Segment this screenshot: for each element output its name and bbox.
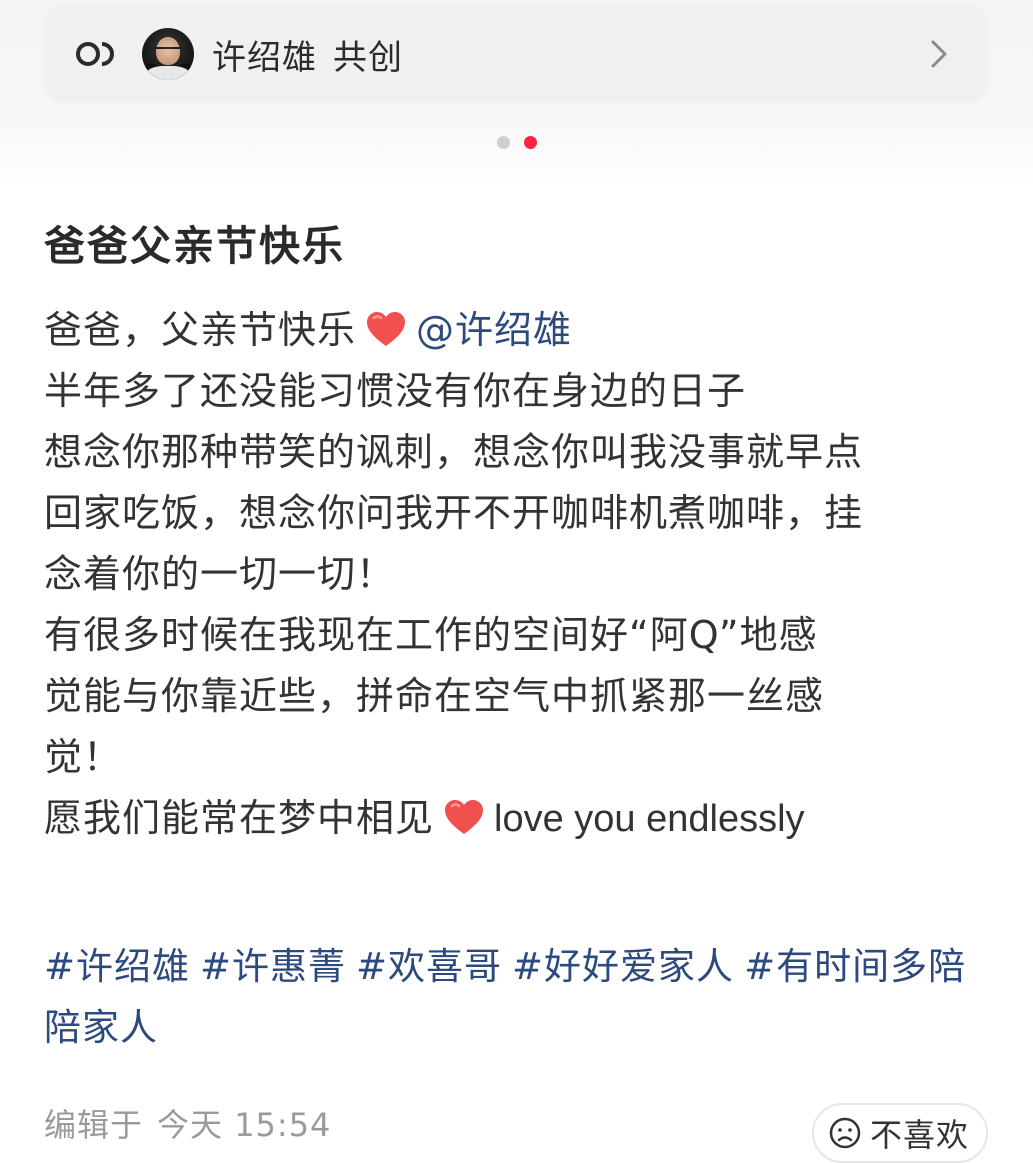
post-line: 觉能与你靠近些，拼命在空气中抓紧那一丝感 xyxy=(44,666,994,727)
post-text-latin: love you endlessly xyxy=(494,798,805,840)
post-text: 回家吃饭，想念你问我开不开咖啡机煮咖啡，挂 xyxy=(44,491,864,535)
dislike-button[interactable]: 不喜欢 xyxy=(812,1103,988,1163)
post-text: 愿我们能常在梦中相见 xyxy=(44,796,435,840)
post-line: 愿我们能常在梦中相见 love you endlessly xyxy=(44,788,994,849)
cocreate-bar[interactable]: 许绍雄 共创 xyxy=(44,5,988,103)
hashtag-link[interactable]: #许绍雄 xyxy=(44,945,190,988)
edited-time: 编辑于 今天 15:54 xyxy=(44,1100,331,1146)
frown-face-icon xyxy=(829,1117,861,1149)
dislike-label: 不喜欢 xyxy=(870,1116,970,1154)
post-line: 觉！ xyxy=(44,727,994,788)
post-line: 想念你那种带笑的讽刺，想念你叫我没事就早点 xyxy=(44,422,994,483)
edited-prefix: 编辑于 xyxy=(44,1106,144,1144)
post-text: 有很多时候在我现在工作的空间好“阿Q”地感 xyxy=(44,613,818,657)
post-text: 觉能与你靠近些，拼命在空气中抓紧那一丝感 xyxy=(44,674,825,718)
post-line: 爸爸，父亲节快乐 @许绍雄 xyxy=(44,300,994,361)
post-text: 念着你的一切一切！ xyxy=(44,552,396,596)
hashtag-link[interactable]: #好好爱家人 xyxy=(512,945,734,988)
chevron-right-icon xyxy=(931,40,947,68)
post-text: 半年多了还没能习惯没有你在身边的日子 xyxy=(44,369,747,413)
post-line: 念着你的一切一切！ xyxy=(44,544,994,605)
hashtag-list: #许绍雄 #许惠菁 #欢喜哥 #好好爱家人 #有时间多陪陪家人 xyxy=(44,936,994,1058)
red-heart-icon xyxy=(445,800,484,834)
carousel-dot[interactable] xyxy=(497,136,510,149)
carousel-indicator xyxy=(497,136,537,149)
edited-timestamp: 今天 15:54 xyxy=(157,1106,332,1144)
avatar[interactable] xyxy=(142,28,194,80)
mention-link[interactable]: @许绍雄 xyxy=(416,308,572,352)
hashtag-link[interactable]: #许惠菁 xyxy=(200,945,346,988)
post-line: 半年多了还没能习惯没有你在身边的日子 xyxy=(44,361,994,422)
post-body: 爸爸，父亲节快乐 @许绍雄 半年多了还没能习惯没有你在身边的日子 想念你那种带笑的… xyxy=(44,300,994,849)
red-heart-icon xyxy=(367,312,406,346)
cocreate-label: 共创 xyxy=(333,37,403,78)
hashtag-link[interactable]: #欢喜哥 xyxy=(356,945,502,988)
cocreate-user-name: 许绍雄 xyxy=(212,37,317,78)
post-line: 回家吃饭，想念你问我开不开咖啡机煮咖啡，挂 xyxy=(44,483,994,544)
cocreate-link-icon xyxy=(74,39,124,69)
post-line: 有很多时候在我现在工作的空间好“阿Q”地感 xyxy=(44,605,994,666)
post-text: 想念你那种带笑的讽刺，想念你叫我没事就早点 xyxy=(44,430,864,474)
post-title: 爸爸父亲节快乐 xyxy=(44,222,345,270)
post-text: 觉！ xyxy=(44,735,123,779)
carousel-dot-active[interactable] xyxy=(524,136,537,149)
post-text: 爸爸，父亲节快乐 xyxy=(44,308,357,352)
